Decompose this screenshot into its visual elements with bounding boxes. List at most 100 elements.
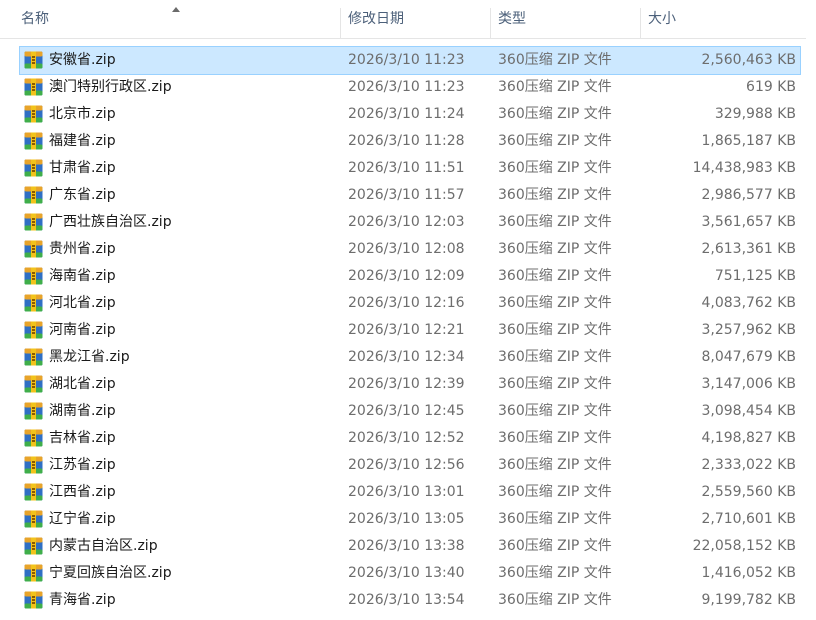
zip-archive-icon — [24, 456, 43, 474]
zip-archive-icon — [24, 78, 43, 96]
file-type: 360压缩 ZIP 文件 — [498, 52, 612, 68]
file-row[interactable]: 河南省.zip 2026/3/10 12:21 360压缩 ZIP 文件 3,257,… — [20, 317, 800, 344]
file-name: 湖南省.zip — [49, 403, 116, 419]
column-divider[interactable] — [640, 8, 641, 38]
file-size: 2,333,022 KB — [701, 457, 797, 473]
file-size: 22,058,152 KB — [692, 538, 796, 554]
file-row[interactable]: 湖南省.zip 2026/3/10 12:45 360压缩 ZIP 文件 3,098,… — [20, 398, 800, 425]
file-name: 河北省.zip — [49, 295, 116, 311]
zip-archive-icon — [24, 402, 43, 420]
file-row[interactable]: 江苏省.zip 2026/3/10 12:56 360压缩 ZIP 文件 2,333,… — [20, 452, 800, 479]
file-size: 329,988 KB — [714, 106, 796, 122]
file-date: 2026/3/10 13:05 — [348, 511, 465, 527]
file-type: 360压缩 ZIP 文件 — [498, 430, 612, 446]
file-type: 360压缩 ZIP 文件 — [498, 268, 612, 284]
file-row[interactable]: 河北省.zip 2026/3/10 12:16 360压缩 ZIP 文件 4,083,… — [20, 290, 800, 317]
file-name: 辽宁省.zip — [49, 511, 116, 527]
zip-archive-icon — [24, 429, 43, 447]
file-size: 3,147,006 KB — [701, 376, 797, 392]
file-size: 8,047,679 KB — [701, 349, 797, 365]
file-size: 1,865,187 KB — [701, 133, 797, 149]
file-date: 2026/3/10 13:54 — [348, 592, 465, 608]
file-row[interactable]: 江西省.zip 2026/3/10 13:01 360压缩 ZIP 文件 2,559,… — [20, 479, 800, 506]
file-row[interactable]: 海南省.zip 2026/3/10 12:09 360压缩 ZIP 文件 751,12… — [20, 263, 800, 290]
column-header-type[interactable]: 类型 — [498, 0, 638, 38]
file-row[interactable]: 湖北省.zip 2026/3/10 12:39 360压缩 ZIP 文件 3,147,… — [20, 371, 800, 398]
file-name: 内蒙古自治区.zip — [49, 538, 158, 554]
file-date: 2026/3/10 11:57 — [348, 187, 465, 203]
column-divider[interactable] — [490, 8, 491, 38]
file-row[interactable]: 吉林省.zip 2026/3/10 12:52 360压缩 ZIP 文件 4,198,… — [20, 425, 800, 452]
file-type: 360压缩 ZIP 文件 — [498, 457, 612, 473]
file-size: 2,986,577 KB — [701, 187, 797, 203]
zip-archive-icon — [24, 213, 43, 231]
file-name: 海南省.zip — [49, 268, 116, 284]
file-size: 1,416,052 KB — [701, 565, 797, 581]
file-type: 360压缩 ZIP 文件 — [498, 295, 612, 311]
file-date: 2026/3/10 11:24 — [348, 106, 465, 122]
file-row[interactable]: 黑龙江省.zip 2026/3/10 12:34 360压缩 ZIP 文件 8,047… — [20, 344, 800, 371]
file-row[interactable]: 宁夏回族自治区.zip 2026/3/10 13:40 360压缩 ZIP 文件 1,… — [20, 560, 800, 587]
zip-archive-icon — [24, 537, 43, 555]
file-size: 4,083,762 KB — [701, 295, 797, 311]
zip-archive-icon — [24, 564, 43, 582]
file-row[interactable]: 青海省.zip 2026/3/10 13:54 360压缩 ZIP 文件 9,199,… — [20, 587, 800, 614]
zip-archive-icon — [24, 321, 43, 339]
zip-archive-icon — [24, 591, 43, 609]
file-size: 4,198,827 KB — [701, 430, 797, 446]
file-type: 360压缩 ZIP 文件 — [498, 511, 612, 527]
zip-archive-icon — [24, 240, 43, 258]
file-type: 360压缩 ZIP 文件 — [498, 376, 612, 392]
file-row[interactable]: 福建省.zip 2026/3/10 11:28 360压缩 ZIP 文件 1,865,… — [20, 128, 800, 155]
file-row[interactable]: 广东省.zip 2026/3/10 11:57 360压缩 ZIP 文件 2,986,… — [20, 182, 800, 209]
file-type: 360压缩 ZIP 文件 — [498, 187, 612, 203]
file-type: 360压缩 ZIP 文件 — [498, 592, 612, 608]
file-name: 江苏省.zip — [49, 457, 116, 473]
file-date: 2026/3/10 12:45 — [348, 403, 465, 419]
zip-archive-icon — [24, 510, 43, 528]
file-name: 青海省.zip — [49, 592, 116, 608]
file-name: 宁夏回族自治区.zip — [49, 565, 172, 581]
file-size: 9,199,782 KB — [701, 592, 797, 608]
file-date: 2026/3/10 11:23 — [348, 79, 465, 95]
zip-archive-icon — [24, 51, 43, 69]
file-size: 2,560,463 KB — [701, 52, 797, 68]
file-size: 14,438,983 KB — [692, 160, 796, 176]
file-size: 3,257,962 KB — [701, 322, 797, 338]
file-name: 湖北省.zip — [49, 376, 116, 392]
file-name: 江西省.zip — [49, 484, 116, 500]
file-type: 360压缩 ZIP 文件 — [498, 214, 612, 230]
file-date: 2026/3/10 12:52 — [348, 430, 465, 446]
file-type: 360压缩 ZIP 文件 — [498, 484, 612, 500]
file-type: 360压缩 ZIP 文件 — [498, 241, 612, 257]
file-row[interactable]: 安徽省.zip 2026/3/10 11:23 360压缩 ZIP 文件 2,560,… — [19, 46, 801, 75]
file-name: 贵州省.zip — [49, 241, 116, 257]
column-divider[interactable] — [340, 8, 341, 38]
column-header-date[interactable]: 修改日期 — [348, 0, 488, 38]
file-type: 360压缩 ZIP 文件 — [498, 79, 612, 95]
file-date: 2026/3/10 12:21 — [348, 322, 465, 338]
file-date: 2026/3/10 12:03 — [348, 214, 465, 230]
file-size: 751,125 KB — [714, 268, 796, 284]
file-row[interactable]: 广西壮族自治区.zip 2026/3/10 12:03 360压缩 ZIP 文件 3,… — [20, 209, 800, 236]
file-name: 吉林省.zip — [49, 430, 116, 446]
zip-archive-icon — [24, 267, 43, 285]
file-date: 2026/3/10 13:01 — [348, 484, 465, 500]
file-size: 3,098,454 KB — [701, 403, 797, 419]
file-name: 黑龙江省.zip — [49, 349, 130, 365]
column-header-name[interactable]: 名称 — [21, 0, 341, 38]
file-size: 2,559,560 KB — [701, 484, 797, 500]
file-date: 2026/3/10 11:28 — [348, 133, 465, 149]
file-row[interactable]: 贵州省.zip 2026/3/10 12:08 360压缩 ZIP 文件 2,613,… — [20, 236, 800, 263]
column-header-size[interactable]: 大小 — [648, 0, 798, 38]
file-row[interactable]: 辽宁省.zip 2026/3/10 13:05 360压缩 ZIP 文件 2,710,… — [20, 506, 800, 533]
file-row[interactable]: 澳门特别行政区.zip 2026/3/10 11:23 360压缩 ZIP 文件 61… — [20, 74, 800, 101]
file-row[interactable]: 甘肃省.zip 2026/3/10 11:51 360压缩 ZIP 文件 14,438… — [20, 155, 800, 182]
file-row[interactable]: 北京市.zip 2026/3/10 11:24 360压缩 ZIP 文件 329,98… — [20, 101, 800, 128]
file-row[interactable]: 内蒙古自治区.zip 2026/3/10 13:38 360压缩 ZIP 文件 22,… — [20, 533, 800, 560]
file-name: 河南省.zip — [49, 322, 116, 338]
file-type: 360压缩 ZIP 文件 — [498, 322, 612, 338]
file-type: 360压缩 ZIP 文件 — [498, 565, 612, 581]
file-name: 广东省.zip — [49, 187, 116, 203]
file-date: 2026/3/10 13:40 — [348, 565, 465, 581]
